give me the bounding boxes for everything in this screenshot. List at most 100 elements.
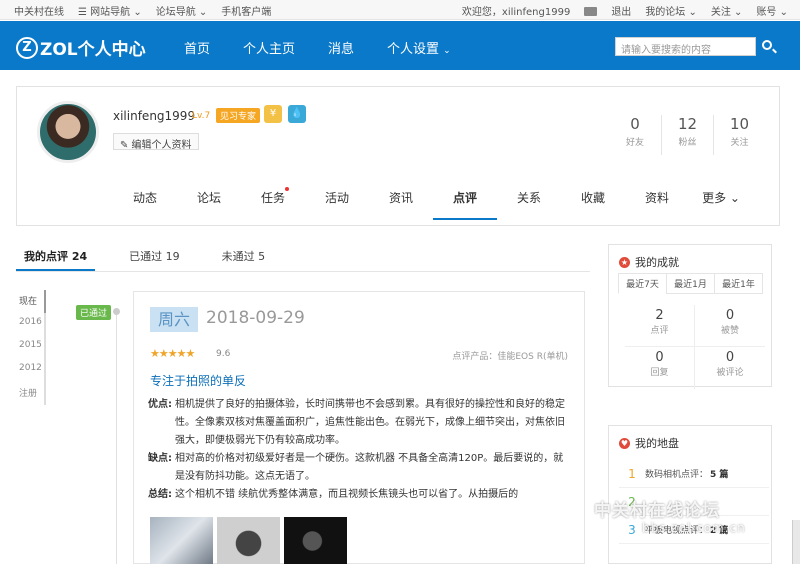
- star-rating: ★★★★★: [150, 347, 195, 360]
- achievement-liked: 0 被赞: [695, 305, 765, 347]
- timeline-line: [116, 308, 117, 564]
- territory-title-text: 我的地盘: [635, 437, 679, 450]
- cons-label: 缺点:: [148, 453, 172, 464]
- nav-settings-label: 个人设置: [387, 42, 440, 57]
- nav-settings[interactable]: 个人设置 ⌄: [387, 38, 451, 57]
- review-pros: 优点: 相机提供了良好的拍摄体验，长时间携带也不会感到累。具有很好的操控性和良好…: [148, 396, 572, 450]
- achievements-panel: ★ 我的成就 最近7天 最近1月 最近1年 2 点评 0 被赞 0 回复 0 被…: [608, 244, 772, 389]
- subtab-passed[interactable]: 已通过 19: [121, 244, 188, 271]
- tab-reviews[interactable]: 点评: [433, 189, 497, 220]
- review-card: 周六 2018-09-29 ★★★★★ 9.6 点评产品：佳能EOS R(单机)…: [133, 291, 585, 564]
- range-tab-1year[interactable]: 最近1年: [714, 273, 763, 294]
- zol-logo-icon: Z: [16, 36, 38, 59]
- logout-link[interactable]: 退出: [611, 3, 631, 18]
- review-subtabs: 我的点评 24 已通过 19 未通过 5: [16, 244, 590, 272]
- heart-icon: ♥: [619, 437, 630, 449]
- tab-tasks[interactable]: 任务: [241, 187, 305, 220]
- achievement-value: 0: [725, 308, 735, 323]
- territory-row[interactable]: 1 数码相机点评： 5 篇: [619, 460, 769, 488]
- pros-text: 相机提供了良好的拍摄体验，长时间携带也不会感到累。具有很好的操控性和良好的稳定性…: [175, 399, 565, 446]
- tab-activity[interactable]: 动态: [113, 189, 177, 220]
- weekday-label: 周六: [150, 307, 198, 332]
- search-button[interactable]: [756, 37, 780, 56]
- zol-home-link[interactable]: 中关村在线: [14, 3, 64, 18]
- achievement-label: 回复: [650, 368, 669, 378]
- achievement-value: 2: [655, 308, 664, 323]
- mobile-client-link[interactable]: 手机客户端: [221, 3, 271, 18]
- forum-nav-menu[interactable]: 论坛导航 ⌄: [156, 3, 208, 18]
- range-tab-7days[interactable]: 最近7天: [618, 273, 667, 294]
- achievement-value: 0: [725, 350, 735, 365]
- follow-menu[interactable]: 关注 ⌄: [711, 3, 743, 18]
- tab-news[interactable]: 资讯: [369, 189, 433, 220]
- review-body: 优点: 相机提供了良好的拍摄体验，长时间携带也不会感到累。具有很好的操控性和良好…: [148, 396, 572, 504]
- achievement-replies: 0 回复: [625, 347, 695, 389]
- coin-badge-icon[interactable]: ¥: [264, 105, 282, 123]
- account-menu[interactable]: 账号 ⌄: [756, 3, 788, 18]
- mail-icon[interactable]: [584, 7, 598, 16]
- tab-tasks-label: 任务: [260, 191, 285, 205]
- reviewed-product[interactable]: 点评产品：佳能EOS R(单机): [452, 349, 568, 362]
- tab-favorites[interactable]: 收藏: [561, 189, 625, 220]
- logo-text: ZOL个人中心: [40, 40, 146, 60]
- stat-fans-count: 12: [677, 115, 698, 133]
- territory-count: 5 篇: [710, 470, 729, 480]
- summary-label: 总结:: [148, 489, 172, 500]
- top-bar-left: 中关村在线 ☰ 网站导航 ⌄ 论坛导航 ⌄ 手机客户端: [14, 3, 271, 18]
- timeline-now[interactable]: 现在: [16, 290, 46, 313]
- site-nav-menu[interactable]: ☰ 网站导航 ⌄: [78, 3, 142, 18]
- year-timeline: 现在 2016 2015 2012 注册: [16, 290, 46, 405]
- territory-title: ♥ 我的地盘: [619, 435, 679, 451]
- tab-forum[interactable]: 论坛: [177, 189, 241, 220]
- status-badge: 已通过: [76, 305, 112, 320]
- stat-friends[interactable]: 0 好友: [609, 115, 661, 155]
- profile-stats: 0 好友 12 粉丝 10 关注: [609, 115, 779, 155]
- territory-category: 数码相机点评：: [645, 470, 709, 480]
- timeline-2015[interactable]: 2015: [16, 336, 46, 359]
- water-badge-icon[interactable]: 💧: [288, 105, 306, 123]
- achievement-label: 点评: [650, 326, 669, 336]
- edit-profile-button[interactable]: ✎ 编辑个人资料: [113, 133, 199, 151]
- trainee-expert-badge[interactable]: 见习专家: [216, 108, 261, 123]
- review-image-thumbnail[interactable]: [284, 517, 347, 564]
- pros-label: 优点:: [148, 399, 172, 410]
- profile-tabs: 动态 论坛 任务 活动 资讯 点评 关系 收藏 资料 更多 ⌄: [113, 187, 753, 220]
- achievement-commented: 0 被评论: [695, 347, 765, 389]
- top-bar-right: 欢迎您，xilinfeng1999 退出 我的论坛 ⌄ 关注 ⌄ 账号 ⌄: [462, 3, 788, 18]
- review-image-thumbnail[interactable]: [217, 517, 280, 564]
- scrollbar[interactable]: [792, 520, 800, 564]
- tab-profile-info[interactable]: 资料: [625, 189, 689, 220]
- subtab-failed[interactable]: 未通过 5: [214, 244, 274, 271]
- nav-messages[interactable]: 消息: [328, 38, 354, 57]
- review-images: [150, 517, 347, 564]
- cons-text: 相对高的价格对初级爱好者是一个硬伤。这款机器 不具备全高清120P。最后要说的，…: [175, 453, 564, 482]
- nav-home[interactable]: 首页: [184, 38, 210, 57]
- watermark-title: 中关村在线论坛: [594, 501, 720, 521]
- my-forum-menu[interactable]: 我的论坛 ⌄: [645, 3, 697, 18]
- achievement-label: 被赞: [720, 326, 739, 336]
- stat-friends-count: 0: [630, 115, 640, 133]
- stat-fans[interactable]: 12 粉丝: [661, 115, 713, 155]
- tab-relations[interactable]: 关系: [497, 189, 561, 220]
- stat-following[interactable]: 10 关注: [713, 115, 765, 155]
- subtab-my-reviews[interactable]: 我的点评 24: [16, 244, 96, 271]
- avatar[interactable]: [37, 101, 99, 163]
- search-input[interactable]: 请输入要搜索的内容: [615, 37, 756, 56]
- review-title[interactable]: 专注于拍照的单反: [150, 372, 246, 389]
- achievement-grid: 2 点评 0 被赞 0 回复 0 被评论: [625, 305, 765, 389]
- level-badge: Lv.7: [192, 111, 211, 121]
- timeline-registered[interactable]: 注册: [16, 382, 46, 405]
- notification-dot: [285, 187, 289, 191]
- stat-friends-label: 好友: [625, 138, 644, 148]
- search-icon: [762, 40, 772, 50]
- tab-events[interactable]: 活动: [305, 189, 369, 220]
- timeline-2012[interactable]: 2012: [16, 359, 46, 382]
- range-tab-1month[interactable]: 最近1月: [666, 273, 715, 294]
- nav-personal-home[interactable]: 个人主页: [243, 38, 295, 57]
- review-image-thumbnail[interactable]: [150, 517, 213, 564]
- review-date: 2018-09-29: [206, 308, 305, 328]
- profile-card: xilinfeng1999 Lv.7 见习专家 ¥ 💧 ✎ 编辑个人资料 0 好…: [16, 86, 780, 226]
- zol-logo[interactable]: Z ZOL个人中心: [16, 35, 146, 60]
- timeline-2016[interactable]: 2016: [16, 313, 46, 336]
- tab-more[interactable]: 更多 ⌄: [689, 189, 753, 220]
